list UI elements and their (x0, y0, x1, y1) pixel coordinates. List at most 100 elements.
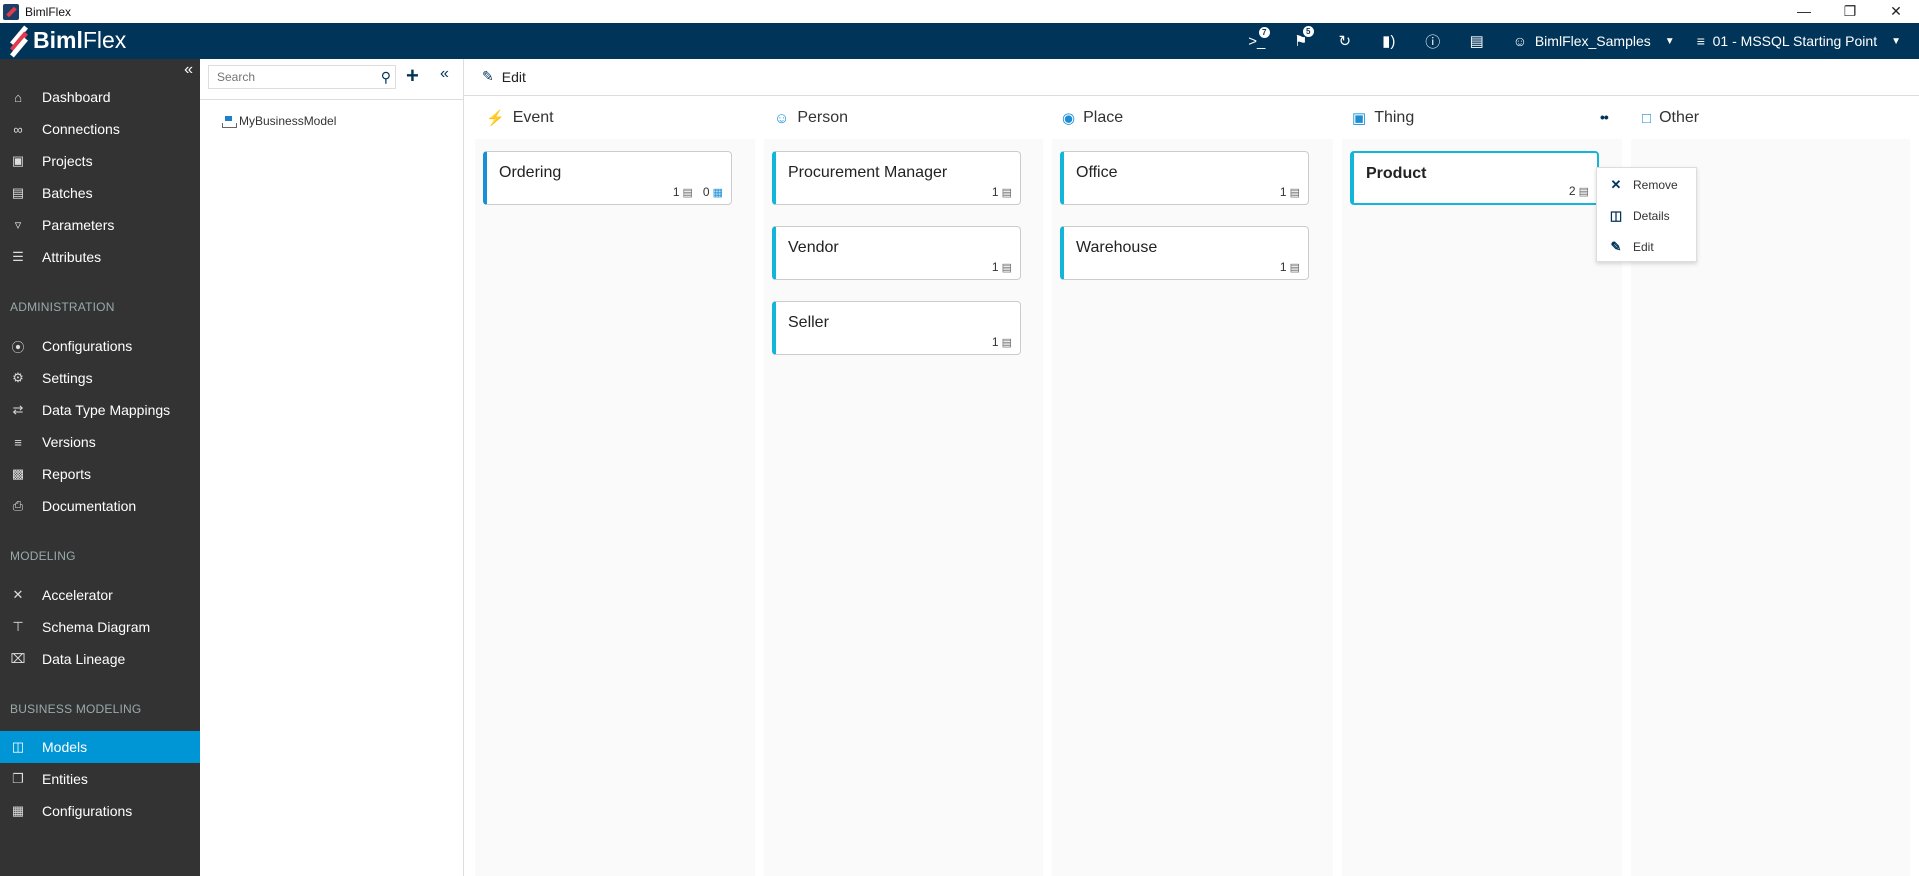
entity-card[interactable]: Warehouse 1 ▤ (1060, 226, 1309, 280)
section-header-modeling: MODELING (10, 549, 76, 563)
window-controls: — ❐ ✕ (1781, 0, 1919, 23)
build-icon[interactable]: ▮) (1367, 32, 1411, 50)
entity-card[interactable]: Ordering 1 ▤ 0 ▦ (483, 151, 732, 205)
thing-icon: ▣ (1352, 110, 1367, 127)
bimlflex-logo[interactable]: Biml Flex (8, 24, 127, 58)
edit-button[interactable]: ✎ Edit (482, 68, 526, 85)
sidebar-item-settings[interactable]: ⚙ Settings (0, 362, 200, 394)
entity-card[interactable]: Seller 1 ▤ (772, 301, 1021, 355)
collapse-sidebar-icon[interactable]: « (184, 61, 193, 79)
sidebar-item-dashboard[interactable]: ⌂ Dashboard (0, 81, 200, 113)
menu-item-edit[interactable]: ✎ Edit (1597, 231, 1698, 262)
section-header-business-modeling: BUSINESS MODELING (10, 702, 142, 716)
minimize-button[interactable]: — (1781, 0, 1827, 23)
sidebar-item-business-configurations[interactable]: ▦ Configurations (0, 795, 200, 827)
sidebar-item-accelerator[interactable]: ✕ Accelerator (0, 579, 200, 611)
sidebar-item-attributes[interactable]: ☰ Attributes (0, 241, 200, 273)
header-actions: >_ 7 ⚑ 5 ↻ ▮) ⓘ ▤ ☺ BimlFlex_Samples ▼ ≡ 01… (1235, 23, 1919, 59)
customer-selector[interactable]: ☺ BimlFlex_Samples ▼ (1513, 33, 1675, 49)
link-icon: ∞ (13, 121, 23, 137)
search-icon[interactable]: ⚲ (381, 69, 391, 86)
refresh-icon[interactable]: ↻ (1323, 32, 1367, 50)
chevron-down-icon: ▼ (1664, 35, 1675, 47)
close-icon: ✕ (1610, 176, 1622, 192)
collapse-panel-icon[interactable]: « (440, 65, 449, 83)
sidebar-item-versions[interactable]: ≡ Versions (0, 426, 200, 458)
sidebar-item-documentation[interactable]: ⎙ Documentation (0, 490, 200, 522)
layers-icon: ≡ (14, 434, 22, 450)
close-button[interactable]: ✕ (1873, 0, 1919, 23)
printer-icon: ⎙ (12, 498, 24, 513)
details-icon: ◫ (1609, 207, 1623, 223)
sidebar-item-connections[interactable]: ∞ Connections (0, 113, 200, 145)
divider (200, 99, 464, 100)
add-model-button[interactable]: + (406, 63, 419, 89)
configurations-icon: ⦿ (11, 339, 25, 355)
search-input[interactable] (217, 70, 377, 84)
toolbar: ✎ Edit (464, 59, 1919, 96)
menu-item-remove[interactable]: ✕ Remove (1597, 169, 1698, 200)
schema-icon: ⊤ (12, 619, 24, 634)
logo-mark-icon (8, 24, 30, 58)
flag-badge: 5 (1302, 26, 1314, 37)
console-icon[interactable]: >_ 7 (1235, 26, 1279, 50)
server-icon[interactable]: ▤ (1455, 32, 1499, 50)
column-header-thing: ▣ Thing (1352, 109, 1415, 127)
context-menu: ✕ Remove ◫ Details ✎ Edit (1596, 167, 1697, 262)
version-selector[interactable]: ≡ 01 - MSSQL Starting Point ▼ (1697, 33, 1901, 49)
window-title: BimlFlex (25, 4, 72, 19)
entity-card[interactable]: Vendor 1 ▤ (772, 226, 1021, 280)
column-header-event: ⚡ Event (486, 109, 554, 127)
sidebar-item-entities[interactable]: ❐ Entities (0, 763, 200, 795)
user-icon: ☺ (1512, 33, 1528, 49)
lane-event: Ordering 1 ▤ 0 ▦ (475, 139, 755, 876)
app-icon (3, 3, 19, 20)
event-icon: ⚡ (486, 110, 505, 127)
window-titlebar: BimlFlex — ❐ ✕ (0, 0, 1919, 23)
sidebar-item-data-lineage[interactable]: ⌧ Data Lineage (0, 643, 200, 675)
entity-card[interactable]: Office 1 ▤ (1060, 151, 1309, 205)
restore-button[interactable]: ❐ (1827, 0, 1873, 23)
lane-thing: Product 2 ▤ (1342, 139, 1622, 876)
lineage-icon: ⌧ (10, 651, 26, 666)
card-meta: 1 ▤ (1279, 185, 1300, 199)
sidebar: « ⌂ Dashboard ∞ Connections ▣ Projects ▤ Bat… (0, 59, 200, 876)
logo-text-bold: Biml (33, 27, 83, 53)
version-name: 01 - MSSQL Starting Point (1712, 33, 1878, 49)
card-meta: 1 ▤ 0 ▦ (672, 185, 723, 199)
entity-card[interactable]: Procurement Manager 1 ▤ (772, 151, 1021, 205)
card-meta: 1 ▤ (991, 185, 1012, 199)
pencil-icon: ✎ (482, 68, 494, 84)
app-header: Biml Flex >_ 7 ⚑ 5 ↻ ▮) ⓘ ▤ ☺ BimlFlex_Samp… (0, 23, 1919, 59)
sidebar-item-configurations[interactable]: ⦿ Configurations (0, 330, 200, 362)
settings-icon: ⚙ (12, 370, 24, 385)
card-meta: 1 ▤ (1279, 260, 1300, 274)
more-options-icon[interactable]: •• (1600, 109, 1609, 125)
sidebar-item-batches[interactable]: ▤ Batches (0, 177, 200, 209)
projects-icon: ▣ (11, 153, 25, 168)
tree-node-model[interactable]: MyBusinessModel (222, 114, 336, 128)
entity-card-selected[interactable]: Product 2 ▤ (1350, 151, 1599, 205)
sidebar-item-parameters[interactable]: ▿ Parameters (0, 209, 200, 241)
table-icon: ▤ (1001, 336, 1012, 349)
shuffle-icon: ⇄ (12, 402, 24, 417)
layers-icon: ≡ (1696, 33, 1705, 49)
calendar-icon: ▦ (712, 186, 723, 199)
help-icon[interactable]: ⓘ (1411, 31, 1455, 52)
logo-text-light: Flex (82, 27, 127, 53)
batches-icon: ▤ (11, 185, 25, 200)
model-tree-panel: ⚲ + « MyBusinessModel (200, 59, 464, 876)
column-header-place: ◉ Place (1062, 109, 1124, 127)
console-badge: 7 (1258, 26, 1270, 38)
sidebar-item-reports[interactable]: ▩ Reports (0, 458, 200, 490)
sidebar-item-projects[interactable]: ▣ Projects (0, 145, 200, 177)
sidebar-item-models[interactable]: ◫ Models (0, 731, 200, 763)
sidebar-item-schema-diagram[interactable]: ⊤ Schema Diagram (0, 611, 200, 643)
lane-place: Office 1 ▤ Warehouse 1 ▤ (1052, 139, 1333, 876)
parameters-icon: ▿ (14, 217, 22, 232)
flag-icon[interactable]: ⚑ 5 (1279, 26, 1323, 50)
menu-item-details[interactable]: ◫ Details (1597, 200, 1698, 231)
sidebar-item-data-type-mappings[interactable]: ⇄ Data Type Mappings (0, 394, 200, 426)
table-icon: ▤ (1001, 261, 1012, 274)
chevron-down-icon: ▼ (1891, 35, 1901, 47)
